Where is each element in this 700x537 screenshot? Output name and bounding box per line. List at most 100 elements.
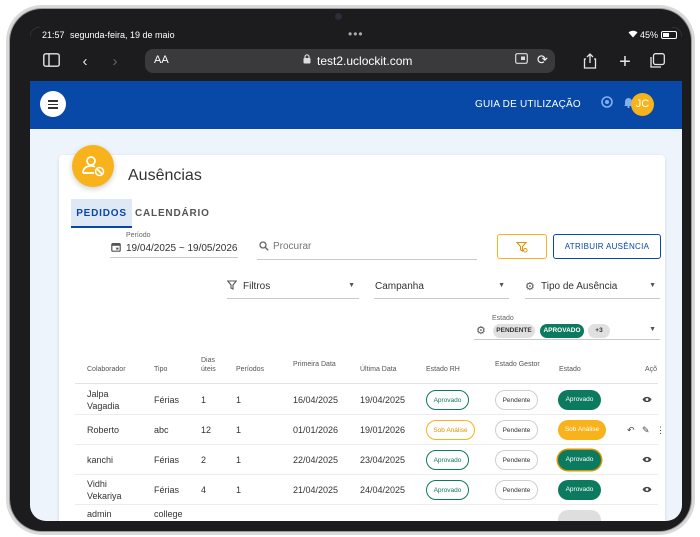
new-tab-icon[interactable]: + bbox=[616, 52, 634, 72]
row-divider bbox=[75, 474, 658, 475]
search-icon bbox=[259, 241, 269, 254]
more-icon[interactable]: ⋮ bbox=[656, 425, 665, 436]
col-header-estado[interactable]: Estado bbox=[559, 366, 581, 373]
menu-icon-line bbox=[48, 103, 58, 105]
reader-aa-button[interactable]: AA bbox=[154, 54, 169, 66]
col-header-acoes[interactable]: Açõ bbox=[645, 366, 657, 373]
tab-calendario[interactable]: CALENDÁRIO bbox=[135, 199, 209, 228]
tabs-overview-icon[interactable] bbox=[648, 53, 666, 71]
view-eye-icon[interactable] bbox=[642, 455, 652, 465]
app-header: GUIA DE UTILIZAÇÃO JC bbox=[30, 81, 682, 129]
estado-gestor-badge: Pendente bbox=[495, 450, 538, 470]
row-divider bbox=[75, 414, 658, 415]
back-icon[interactable]: ‹ bbox=[76, 53, 94, 71]
period-label: Período bbox=[126, 232, 151, 239]
cell-primeira-data: 01/01/2026 bbox=[293, 425, 339, 435]
forward-icon[interactable]: › bbox=[106, 53, 124, 71]
share-icon[interactable] bbox=[581, 53, 599, 71]
multitasking-dots-icon[interactable]: ••• bbox=[348, 27, 364, 41]
browser-toolbar: ‹ › AA test2.uclockit.com ⟳ + bbox=[30, 43, 682, 81]
dropdown-caret-icon: ▼ bbox=[498, 282, 505, 289]
col-header-estado-rh[interactable]: Estado RH bbox=[426, 366, 460, 373]
tablet-frame: 21:57 segunda-feira, 19 de maio ••• 45% … bbox=[10, 9, 691, 531]
address-bar[interactable]: AA test2.uclockit.com ⟳ bbox=[145, 49, 555, 73]
cell-tipo: college bbox=[154, 509, 183, 519]
cell-periodos: 1 bbox=[236, 455, 242, 465]
dropdown-caret-icon: ▼ bbox=[348, 282, 355, 289]
tab-pedidos[interactable]: PEDIDOS bbox=[71, 199, 132, 228]
campanha-dropdown[interactable]: Campanha ▼ bbox=[374, 277, 509, 299]
cell-primeira-data: 16/04/2025 bbox=[293, 395, 339, 405]
estado-badge bbox=[558, 510, 601, 521]
col-header-periodos[interactable]: Períodos bbox=[236, 366, 264, 373]
tipo-ausencia-dropdown[interactable]: ⚙ Tipo de Ausência ▼ bbox=[525, 277, 660, 299]
status-time: 21:57 bbox=[42, 30, 65, 40]
view-eye-icon[interactable] bbox=[642, 395, 652, 405]
battery-percent: 45% bbox=[640, 30, 659, 40]
screen: 21:57 segunda-feira, 19 de maio ••• 45% … bbox=[30, 27, 682, 521]
reply-icon[interactable]: ↶ bbox=[627, 425, 635, 436]
campanha-label: Campanha bbox=[375, 281, 424, 292]
table-header-divider bbox=[75, 383, 658, 384]
chip-more[interactable]: +3 bbox=[588, 324, 610, 338]
edit-pencil-icon[interactable]: ✎ bbox=[642, 425, 650, 436]
status-bar: 21:57 segunda-feira, 19 de maio ••• 45% bbox=[30, 27, 682, 43]
absence-person-icon bbox=[72, 145, 114, 187]
extensions-icon[interactable] bbox=[515, 53, 528, 67]
estado-gestor-badge: Pendente bbox=[495, 480, 538, 500]
usage-guide-link[interactable]: GUIA DE UTILIZAÇÃO bbox=[475, 99, 581, 110]
estado-multiselect[interactable]: ⚙ PENDENTE APROVADO +3 ▼ bbox=[474, 322, 660, 340]
cell-periodos: 1 bbox=[236, 485, 242, 495]
col-header-ultima-data[interactable]: Última Data bbox=[360, 366, 397, 373]
cell-colaborador: admin bbox=[87, 509, 112, 519]
cell-colaborador: Vidhi bbox=[87, 479, 107, 489]
cell-ultima-data: 19/04/2025 bbox=[360, 395, 406, 405]
period-value: 19/04/2025 ~ 19/05/2026 bbox=[126, 243, 238, 254]
chip-pendente[interactable]: PENDENTE bbox=[493, 324, 535, 338]
estado-rh-badge: Aprovado bbox=[426, 390, 469, 410]
cell-ultima-data: 19/01/2026 bbox=[360, 425, 406, 435]
reload-icon[interactable]: ⟳ bbox=[537, 52, 548, 68]
filtros-dropdown[interactable]: Filtros ▼ bbox=[226, 277, 359, 299]
cell-ultima-data: 23/04/2025 bbox=[360, 455, 406, 465]
cell-periodos: 1 bbox=[236, 395, 242, 405]
col-header-primeira-data[interactable]: Primeira Data bbox=[293, 361, 336, 368]
estado-gestor-badge: Pendente bbox=[495, 390, 538, 410]
wifi-icon bbox=[628, 30, 638, 40]
menu-button[interactable] bbox=[40, 91, 66, 117]
cell-colaborador: kanchi bbox=[87, 455, 114, 465]
col-header-tipo[interactable]: Tipo bbox=[154, 366, 167, 373]
estado-gestor-badge: Pendente bbox=[495, 420, 538, 440]
cell-tipo: abc bbox=[154, 425, 169, 435]
estado-rh-badge: Sob Análise bbox=[426, 420, 475, 440]
col-header-dias[interactable]: Dias bbox=[201, 357, 215, 364]
view-eye-icon[interactable] bbox=[642, 485, 652, 495]
cell-primeira-data: 21/04/2025 bbox=[293, 485, 339, 495]
page-title: Ausências bbox=[128, 167, 202, 184]
dropdown-caret-icon: ▼ bbox=[649, 326, 656, 333]
calendar-icon bbox=[111, 242, 121, 255]
tipo-ausencia-label: Tipo de Ausência bbox=[541, 281, 618, 292]
col-header-estado-gestor[interactable]: Estado Gestor bbox=[495, 361, 540, 368]
col-header-dias-uteis[interactable]: úteis bbox=[201, 366, 216, 373]
lock-icon bbox=[303, 54, 311, 67]
cell-dias: 1 bbox=[201, 395, 207, 405]
gear-icon: ⚙ bbox=[525, 281, 535, 293]
sidebar-icon[interactable] bbox=[42, 53, 60, 71]
period-date-range-field[interactable]: 19/04/2025 ~ 19/05/2026 bbox=[110, 240, 238, 258]
cell-colaborador: Vagadia bbox=[87, 401, 120, 411]
cell-tipo: Férias bbox=[154, 485, 180, 495]
cell-dias: 4 bbox=[201, 485, 207, 495]
help-icon[interactable] bbox=[601, 96, 613, 111]
assign-absence-button[interactable]: ATRIBUIR AUSÊNCIA bbox=[553, 234, 661, 259]
user-avatar[interactable]: JC bbox=[631, 93, 654, 116]
row-divider bbox=[75, 444, 658, 445]
cell-colaborador: Vekariya bbox=[87, 491, 122, 501]
search-input[interactable] bbox=[273, 241, 463, 252]
clear-filters-button[interactable] bbox=[497, 234, 547, 259]
menu-icon-line bbox=[48, 107, 58, 109]
search-field[interactable] bbox=[257, 238, 477, 260]
chip-aprovado[interactable]: APROVADO bbox=[540, 324, 584, 338]
col-header-colaborador[interactable]: Colaborador bbox=[87, 366, 126, 373]
estado-badge: Sob Análise bbox=[558, 420, 606, 440]
